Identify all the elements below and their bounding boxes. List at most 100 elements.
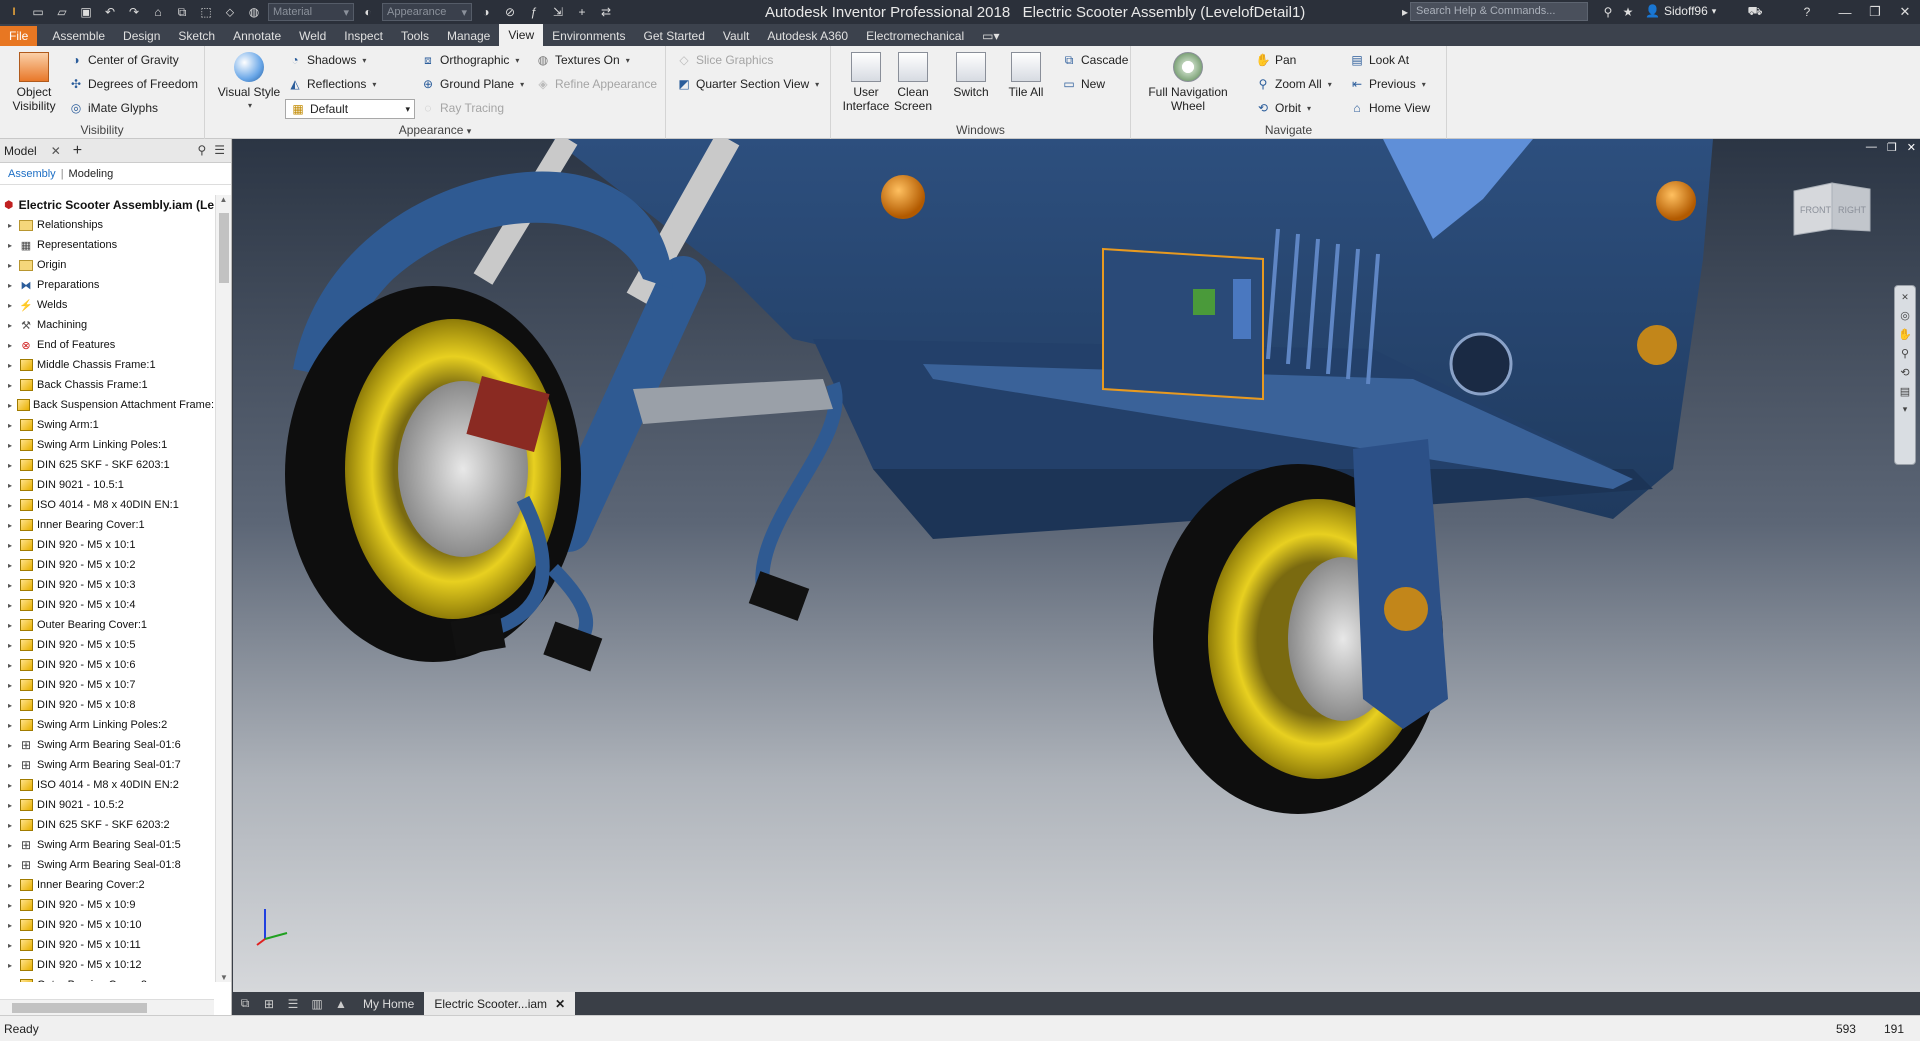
color-wheel-icon[interactable]: ◍ [244, 3, 264, 21]
star-icon[interactable]: ★ [1618, 3, 1638, 21]
expand-icon[interactable]: ▸ [8, 521, 18, 530]
tree-node[interactable]: ▸ DIN 920 - M5 x 10:6 [0, 655, 214, 675]
tree-node[interactable]: ▸ ⚒ Machining [0, 315, 214, 335]
tree-node[interactable]: ▸ DIN 920 - M5 x 10:3 [0, 575, 214, 595]
expand-icon[interactable]: ▸ [8, 741, 18, 750]
tab-weld[interactable]: Weld [290, 26, 335, 46]
tree-node[interactable]: ▸ ⚡ Welds [0, 295, 214, 315]
tree-node[interactable]: ▸ ⊞ Swing Arm Bearing Seal-01:6 [0, 735, 214, 755]
expand-icon[interactable]: ▸ [8, 441, 18, 450]
tab-annotate[interactable]: Annotate [224, 26, 290, 46]
tree-node[interactable]: ▸ Middle Chassis Frame:1 [0, 355, 214, 375]
inventor-logo-icon[interactable]: I [4, 3, 24, 21]
close-icon[interactable]: ✕ [1907, 141, 1916, 154]
scroll-up-icon[interactable]: ▲ [216, 195, 231, 204]
binoculars-icon[interactable]: ⚲ [1598, 3, 1618, 21]
scroll-thumb[interactable] [12, 1003, 147, 1013]
tab-tools[interactable]: Tools [392, 26, 438, 46]
viewcube[interactable]: FRONT RIGHT [1792, 179, 1872, 237]
expand-icon[interactable]: ▸ [8, 761, 18, 770]
center-of-gravity-button[interactable]: ◑ Center of Gravity [68, 52, 178, 68]
orbit-icon[interactable]: ⟲ [1900, 366, 1909, 379]
new-window-button[interactable]: ▭ New [1061, 76, 1105, 92]
expand-icon[interactable]: ▸ [8, 341, 18, 350]
tree-node[interactable]: ▸ DIN 920 - M5 x 10:10 [0, 915, 214, 935]
expand-icon[interactable]: ▸ [8, 261, 18, 270]
menu-icon[interactable]: ☰ [214, 143, 225, 157]
slice-graphics-button[interactable]: ◇ Slice Graphics [676, 52, 773, 68]
chevron-up-icon[interactable]: ▲ [329, 992, 353, 1015]
home-view-button[interactable]: ⌂ Home View [1349, 100, 1430, 116]
zoom-all-button[interactable]: ⚲ Zoom All ▾ [1255, 76, 1332, 92]
tree-node[interactable]: ▸ Swing Arm Linking Poles:1 [0, 435, 214, 455]
tree-node[interactable]: ▸ DIN 920 - M5 x 10:2 [0, 555, 214, 575]
undo-icon[interactable]: ↶ [100, 3, 120, 21]
select-icon[interactable]: ⬚ [196, 3, 216, 21]
projects-icon[interactable]: ⧉ [172, 3, 192, 21]
tab-inspect[interactable]: Inspect [335, 26, 392, 46]
tile-horizontal-icon[interactable]: ☰ [281, 992, 305, 1015]
viewcube-front-label[interactable]: FRONT [1800, 205, 1831, 215]
tree-node[interactable]: ▸ DIN 920 - M5 x 10:12 [0, 955, 214, 975]
restore-icon[interactable]: ❐ [1860, 0, 1890, 24]
tab-file[interactable]: File [0, 26, 38, 46]
restore-icon[interactable]: ❐ [1887, 141, 1897, 154]
expand-icon[interactable]: ▸ [8, 281, 18, 290]
expand-icon[interactable]: ▸ [8, 561, 18, 570]
help-icon[interactable]: ? [1797, 3, 1817, 21]
tree-node[interactable]: ▸ Outer Bearing Cover:1 [0, 615, 214, 635]
object-visibility-button[interactable]: Object Visibility [12, 52, 56, 113]
tree-node[interactable]: ▸ DIN 625 SKF - SKF 6203:2 [0, 815, 214, 835]
expand-icon[interactable]: ▸ [8, 221, 18, 230]
hand-icon[interactable]: ✋ [1898, 328, 1912, 341]
expand-icon[interactable]: ▸ [8, 681, 18, 690]
degrees-of-freedom-button[interactable]: ✣ Degrees of Freedom [68, 76, 198, 92]
tree-node[interactable]: ▸ Swing Arm:1 [0, 415, 214, 435]
imate-glyphs-button[interactable]: ◎ iMate Glyphs [68, 100, 158, 116]
tree-node[interactable]: ▸ ⧓ Preparations [0, 275, 214, 295]
tree-node[interactable]: ▸ Back Chassis Frame:1 [0, 375, 214, 395]
expand-icon[interactable]: ▸ [8, 381, 18, 390]
browser-tab-model[interactable]: Model [4, 144, 37, 158]
help-search-input[interactable]: Search Help & Commands... [1410, 2, 1588, 21]
expand-icon[interactable]: ▸ [8, 301, 18, 310]
look-at-button[interactable]: ▤ Look At [1349, 52, 1409, 68]
clear-icon[interactable]: ⊘ [500, 3, 520, 21]
tree-node[interactable]: ▸ ⊞ Swing Arm Bearing Seal-01:7 [0, 755, 214, 775]
browser-vertical-scrollbar[interactable]: ▲ ▼ [215, 195, 231, 982]
expand-icon[interactable]: ▸ [8, 721, 18, 730]
scroll-down-icon[interactable]: ▼ [216, 973, 232, 982]
plus-icon[interactable]: + [572, 3, 592, 21]
switch-button[interactable]: Switch [949, 52, 993, 99]
visual-style-button[interactable]: Visual Style ▾ [213, 52, 285, 113]
tree-node[interactable]: ▸ Outer Bearing Cover:2 [0, 975, 214, 982]
tree-node[interactable]: ▸ ISO 4014 - M8 x 40DIN EN:1 [0, 495, 214, 515]
expand-icon[interactable]: ▸ [8, 641, 18, 650]
appearance-icon[interactable]: ◐ [358, 3, 378, 21]
tab-design[interactable]: Design [114, 26, 169, 46]
tab-get-started[interactable]: Get Started [635, 26, 714, 46]
expand-icon[interactable]: ▸ [8, 801, 18, 810]
expand-icon[interactable]: ▸ [8, 921, 18, 930]
user-interface-button[interactable]: User Interface [841, 52, 891, 113]
close-icon[interactable]: ✕ [1890, 0, 1920, 24]
open-file-icon[interactable]: ▱ [52, 3, 72, 21]
tree-node[interactable]: ▸ ISO 4014 - M8 x 40DIN EN:2 [0, 775, 214, 795]
expand-icon[interactable]: ▸ [8, 861, 18, 870]
clean-screen-button[interactable]: Clean Screen [893, 52, 933, 113]
minimize-icon[interactable]: — [1830, 0, 1860, 24]
tree-node[interactable]: ▸ ⊗ End of Features [0, 335, 214, 355]
tree-node[interactable]: ▸ Inner Bearing Cover:2 [0, 875, 214, 895]
tree-root[interactable]: ⬢ Electric Scooter Assembly.iam (Le [0, 195, 214, 215]
tab-manage[interactable]: Manage [438, 26, 499, 46]
save-icon[interactable]: ▣ [76, 3, 96, 21]
expand-icon[interactable]: ▸ [8, 481, 18, 490]
appearance-default-combo[interactable]: ▦ Default ▾ [285, 99, 415, 119]
subtab-modeling[interactable]: Modeling [69, 168, 114, 180]
appearance-dropdown[interactable]: Appearance ▾ [382, 3, 472, 21]
tree-node[interactable]: ▸ Inner Bearing Cover:1 [0, 515, 214, 535]
viewcube-right-label[interactable]: RIGHT [1838, 205, 1867, 215]
expand-icon[interactable]: ▸ [8, 981, 18, 983]
tree-node[interactable]: ▸ Back Suspension Attachment Frame: [0, 395, 214, 415]
tab-autodesk-a360[interactable]: Autodesk A360 [758, 26, 857, 46]
